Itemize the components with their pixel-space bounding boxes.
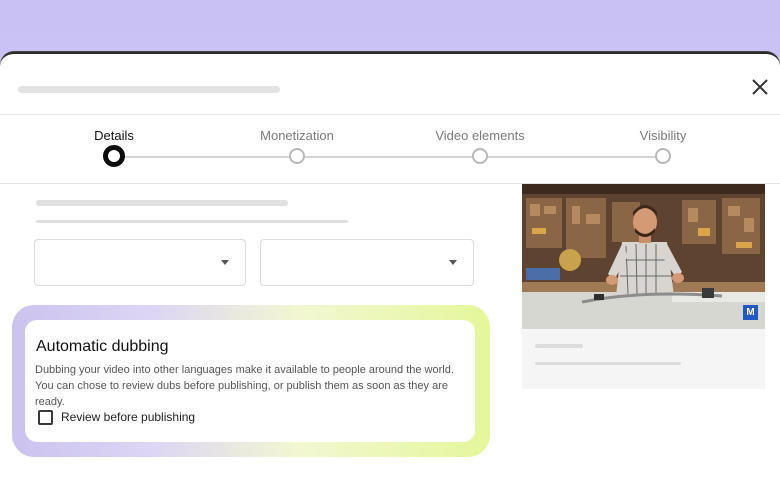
step-label: Monetization [260, 128, 334, 143]
field-subheading-placeholder [36, 220, 348, 223]
video-link-placeholder [535, 344, 583, 348]
chevron-down-icon [449, 260, 457, 265]
automatic-dubbing-card: Automatic dubbing Dubbing your video int… [25, 320, 475, 442]
step-indicator [289, 148, 305, 164]
step-video-elements[interactable]: Video elements [410, 115, 550, 183]
step-label: Video elements [435, 128, 525, 143]
step-visibility[interactable]: Visibility [593, 115, 733, 183]
close-icon [752, 79, 768, 95]
dialog-title-placeholder [18, 86, 280, 93]
video-preview-card: M [522, 184, 765, 389]
dubbing-description: Dubbing your video into other languages … [35, 364, 454, 408]
step-label: Details [94, 128, 134, 143]
video-thumbnail[interactable]: M [522, 184, 765, 329]
dubbing-title: Automatic dubbing [36, 338, 169, 355]
step-details[interactable]: Details [44, 115, 184, 183]
step-label: Visibility [639, 128, 687, 143]
video-filename-placeholder [535, 362, 681, 365]
stepper-track [114, 156, 664, 158]
field-heading-placeholder [36, 200, 288, 206]
close-button[interactable] [748, 75, 772, 99]
chevron-down-icon [221, 260, 229, 265]
language-select[interactable] [260, 239, 474, 286]
upload-dialog: Details Monetization Video elements Visi… [0, 52, 780, 494]
channel-badge: M [743, 305, 758, 320]
step-indicator [472, 148, 488, 164]
thumbnail-image [522, 184, 765, 329]
upload-stepper: Details Monetization Video elements Visi… [0, 114, 780, 184]
category-select[interactable] [34, 239, 246, 286]
step-indicator-active [103, 145, 125, 167]
review-before-publishing-checkbox[interactable] [38, 410, 53, 425]
step-indicator [655, 148, 671, 164]
step-monetization[interactable]: Monetization [227, 115, 367, 183]
checkbox-label[interactable]: Review before publishing [61, 410, 195, 424]
